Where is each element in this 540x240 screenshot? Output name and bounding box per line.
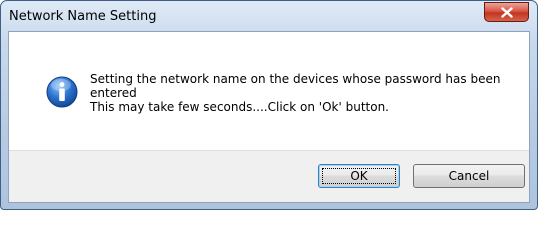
message-line-3: This may take few seconds....Click on 'O… bbox=[90, 100, 389, 114]
message-area: Setting the network name on the devices … bbox=[9, 32, 529, 150]
ok-button[interactable]: OK bbox=[318, 164, 400, 188]
window-title: Network Name Setting bbox=[9, 9, 157, 24]
info-icon bbox=[46, 76, 78, 108]
button-bar: OK Cancel bbox=[9, 150, 529, 202]
message-line-1: Setting the network name on the devices … bbox=[90, 72, 501, 86]
cancel-button-label: Cancel bbox=[448, 169, 490, 183]
dialog-window: Network Name Setting Setting the network… bbox=[0, 0, 538, 210]
title-bar[interactable]: Network Name Setting bbox=[1, 1, 537, 31]
close-icon bbox=[500, 6, 513, 18]
cancel-button[interactable]: Cancel bbox=[413, 164, 525, 188]
message-line-2: entered bbox=[90, 86, 137, 100]
dialog-message: Setting the network name on the devices … bbox=[90, 72, 510, 114]
focus-rectangle bbox=[322, 168, 396, 184]
close-button[interactable] bbox=[484, 2, 529, 22]
dialog-body: Setting the network name on the devices … bbox=[8, 31, 530, 203]
